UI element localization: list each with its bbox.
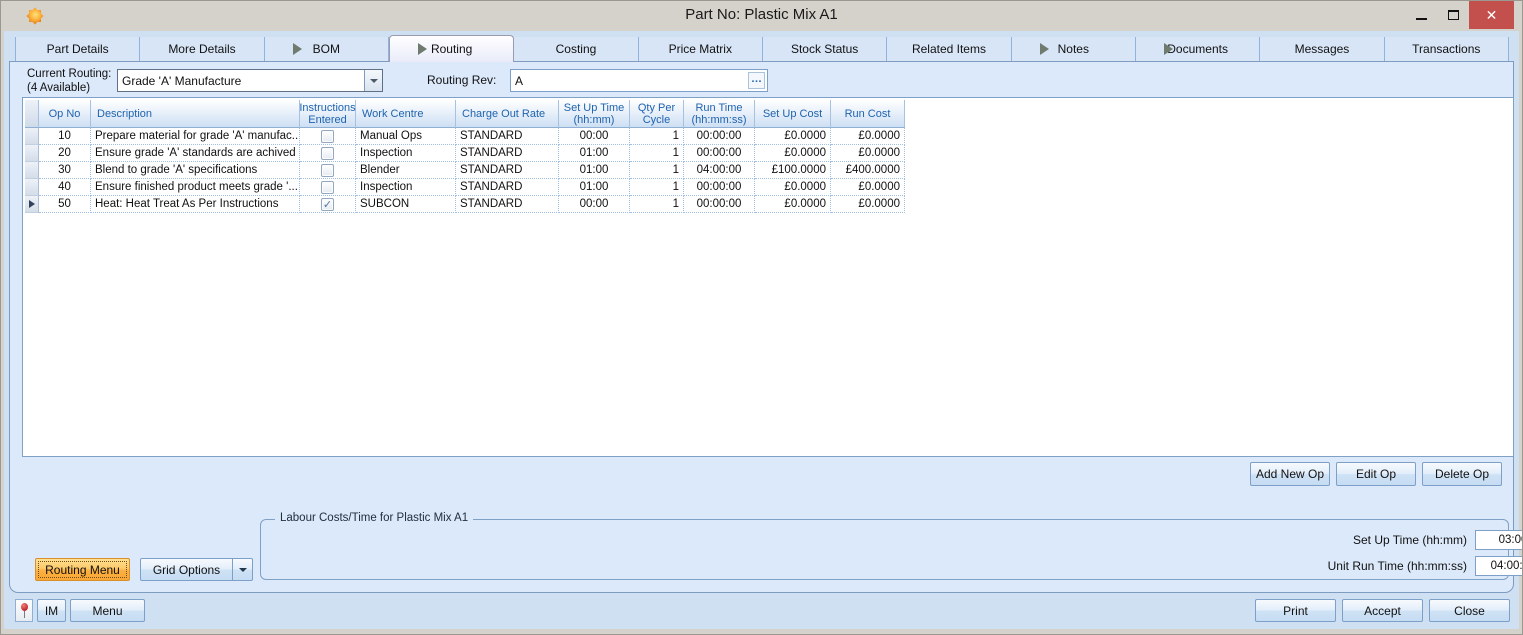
table-row[interactable]: 10 Prepare material for grade 'A' manufa…	[25, 128, 905, 145]
add-new-op-button[interactable]: Add New Op	[1250, 462, 1330, 486]
routing-grid: Op No Description Instructions Entered W…	[25, 100, 905, 213]
col-header-op-no[interactable]: Op No	[39, 100, 91, 128]
tab-part-details[interactable]: Part Details	[15, 37, 140, 61]
tab-arrow-icon	[1040, 43, 1049, 55]
title-bar: Part No: Plastic Mix A1 ✕	[1, 1, 1522, 31]
op-button-group: Add New Op Edit Op Delete Op	[1250, 462, 1502, 486]
row-selector-header	[25, 100, 39, 128]
grid-header-row: Op No Description Instructions Entered W…	[25, 100, 905, 128]
col-header-qty-per-cycle[interactable]: Qty Per Cycle	[630, 100, 684, 128]
labour-costs-groupbox: Labour Costs/Time for Plastic Mix A1 Set…	[260, 519, 1509, 580]
col-header-description[interactable]: Description	[91, 100, 300, 128]
tab-arrow-icon	[1164, 43, 1173, 55]
col-header-run-time[interactable]: Run Time (hh:mm:ss)	[684, 100, 755, 128]
routing-menu-button[interactable]: Routing Menu	[35, 558, 130, 581]
instructions-checkbox[interactable]	[321, 130, 334, 143]
col-header-work-centre[interactable]: Work Centre	[356, 100, 456, 128]
routing-rev-label: Routing Rev:	[427, 73, 496, 87]
col-header-instructions[interactable]: Instructions Entered	[300, 100, 356, 128]
tab-price-matrix[interactable]: Price Matrix	[639, 37, 763, 61]
table-row[interactable]: 20 Ensure grade 'A' standards are achive…	[25, 145, 905, 162]
tab-routing[interactable]: Routing	[389, 35, 514, 62]
tab-related-items[interactable]: Related Items	[887, 37, 1011, 61]
window-title: Part No: Plastic Mix A1	[1, 6, 1522, 23]
set-up-time-field[interactable]: 03:00	[1475, 530, 1523, 550]
app-window: Part No: Plastic Mix A1 ✕ Part Details M…	[0, 0, 1523, 635]
unit-run-time-field[interactable]: 04:00:00	[1475, 556, 1523, 576]
print-button[interactable]: Print	[1255, 599, 1336, 622]
edit-op-button[interactable]: Edit Op	[1336, 462, 1416, 486]
pin-icon	[20, 603, 29, 618]
chevron-down-icon[interactable]	[364, 70, 382, 91]
col-header-charge-out-rate[interactable]: Charge Out Rate	[456, 100, 559, 128]
chevron-down-icon	[239, 568, 247, 572]
instructions-checkbox[interactable]	[321, 147, 334, 160]
pin-button[interactable]	[15, 599, 33, 622]
current-routing-value: Grade 'A' Manufacture	[118, 74, 364, 88]
bottom-bar: IM Menu Print Accept Close	[4, 593, 1519, 629]
menu-button[interactable]: Menu	[70, 599, 145, 622]
tab-arrow-icon	[293, 43, 302, 55]
tab-strip: Part Details More Details BOM Routing Co…	[15, 37, 1509, 61]
tab-arrow-icon	[418, 43, 427, 55]
routing-tab-page: Current Routing: (4 Available) Grade 'A'…	[9, 61, 1514, 593]
table-row-current[interactable]: 50 Heat: Heat Treat As Per Instructions …	[25, 196, 905, 213]
tab-costing[interactable]: Costing	[514, 37, 638, 61]
routing-rev-input[interactable]: A …	[510, 69, 768, 92]
tab-more-details[interactable]: More Details	[140, 37, 264, 61]
instructions-checkbox-checked[interactable]: ✓	[321, 198, 334, 211]
current-routing-select[interactable]: Grade 'A' Manufacture	[117, 69, 383, 92]
grid-options-button[interactable]: Grid Options	[140, 558, 253, 581]
tab-stock-status[interactable]: Stock Status	[763, 37, 887, 61]
accept-button[interactable]: Accept	[1342, 599, 1423, 622]
im-button[interactable]: IM	[37, 599, 66, 622]
tab-notes[interactable]: Notes	[1012, 37, 1136, 61]
grid-options-dropdown[interactable]	[232, 559, 252, 580]
close-button[interactable]: Close	[1429, 599, 1510, 622]
row-selector[interactable]	[25, 145, 39, 162]
routing-grid-panel: Op No Description Instructions Entered W…	[22, 97, 1514, 457]
col-header-set-up-time[interactable]: Set Up Time (hh:mm)	[559, 100, 630, 128]
col-header-set-up-cost[interactable]: Set Up Cost	[755, 100, 831, 128]
tab-messages[interactable]: Messages	[1260, 37, 1384, 61]
row-selector[interactable]	[25, 179, 39, 196]
labour-costs-title: Labour Costs/Time for Plastic Mix A1	[275, 512, 473, 524]
unit-run-time-label: Unit Run Time (hh:mm:ss)	[1261, 559, 1475, 573]
col-header-run-cost[interactable]: Run Cost	[831, 100, 905, 128]
maximize-button[interactable]	[1437, 1, 1469, 29]
tab-transactions[interactable]: Transactions	[1385, 37, 1509, 61]
tab-bom[interactable]: BOM	[265, 37, 389, 61]
row-selector[interactable]	[25, 196, 39, 213]
tab-documents[interactable]: Documents	[1136, 37, 1260, 61]
table-row[interactable]: 30 Blend to grade 'A' specifications Ble…	[25, 162, 905, 179]
routing-rev-value: A	[511, 74, 748, 88]
row-selector[interactable]	[25, 128, 39, 145]
table-row[interactable]: 40 Ensure finished product meets grade '…	[25, 179, 905, 196]
minimize-button[interactable]	[1405, 1, 1437, 29]
delete-op-button[interactable]: Delete Op	[1422, 462, 1502, 486]
current-routing-label: Current Routing: (4 Available)	[27, 67, 111, 95]
browse-ellipsis-button[interactable]: …	[748, 72, 765, 89]
current-row-indicator-icon	[29, 200, 35, 208]
instructions-checkbox[interactable]	[321, 181, 334, 194]
instructions-checkbox[interactable]	[321, 164, 334, 177]
window-body: Part Details More Details BOM Routing Co…	[4, 31, 1519, 629]
close-window-button[interactable]: ✕	[1469, 1, 1514, 29]
row-selector[interactable]	[25, 162, 39, 179]
set-up-time-label: Set Up Time (hh:mm)	[1261, 533, 1475, 547]
